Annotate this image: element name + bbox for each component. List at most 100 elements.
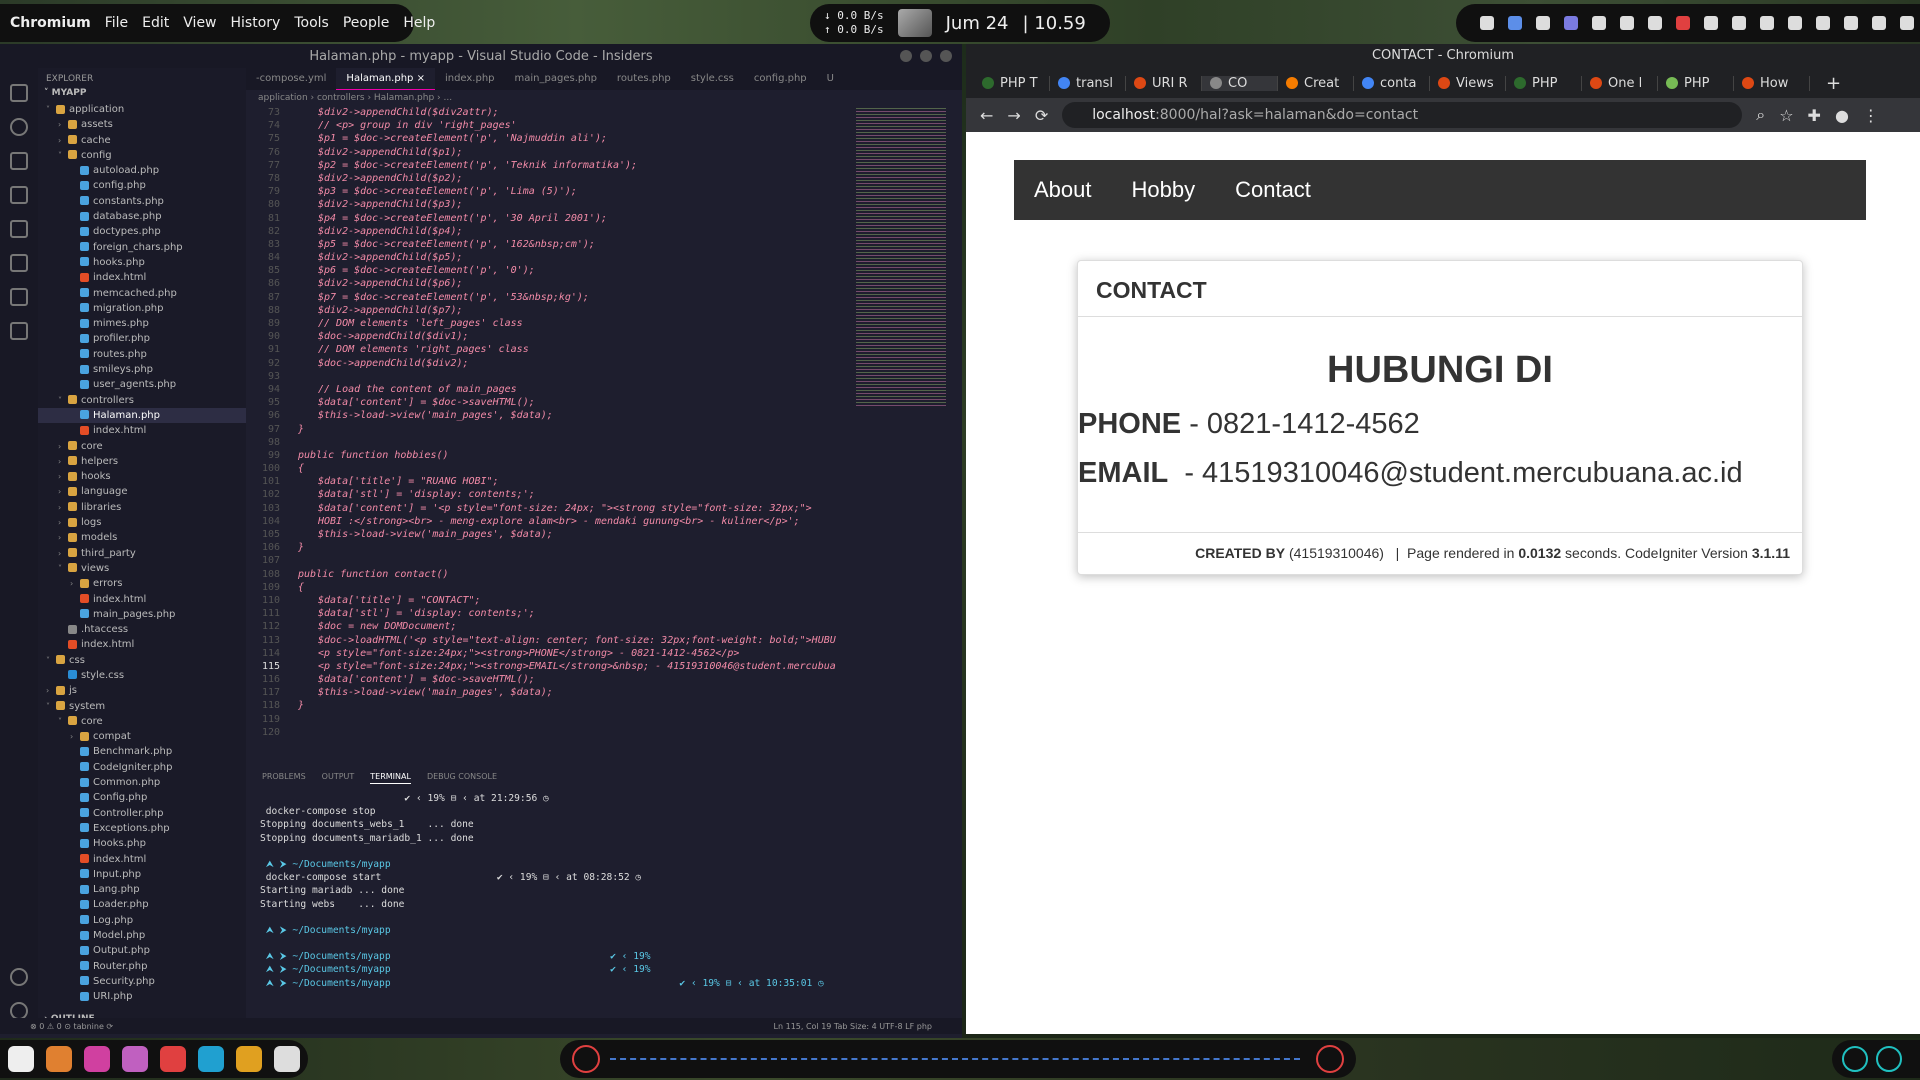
code-line[interactable]: 75 $p1 = $doc->createElement('p', 'Najmud… xyxy=(246,132,962,145)
tree-item[interactable]: Router.php xyxy=(38,959,246,974)
tree-item[interactable]: › language xyxy=(38,484,246,499)
tree-item[interactable]: › helpers xyxy=(38,454,246,469)
tree-item[interactable]: Controller.php xyxy=(38,806,246,821)
code-line[interactable]: 108 public function contact() xyxy=(246,568,962,581)
status-position[interactable]: Ln 115, Col 19 Tab Size: 4 UTF-8 LF php xyxy=(774,1022,932,1031)
minimap[interactable] xyxy=(856,108,946,408)
clipboard-icon[interactable] xyxy=(1592,16,1606,30)
lightning-icon-right[interactable] xyxy=(1316,1045,1344,1073)
tab-main-pages[interactable]: main_pages.php xyxy=(505,68,607,90)
tree-item[interactable]: Loader.php xyxy=(38,897,246,912)
tree-item[interactable]: › hooks xyxy=(38,469,246,484)
code-line[interactable]: 86 $div2->appendChild($p6); xyxy=(246,277,962,290)
tree-item[interactable]: ˅ system xyxy=(38,699,246,714)
browser-tab[interactable]: Views xyxy=(1430,75,1506,91)
tree-item[interactable]: › errors xyxy=(38,576,246,591)
code-line[interactable]: 87 $p7 = $doc->createElement('p', '53&nbs… xyxy=(246,291,962,304)
media-thumbnail[interactable] xyxy=(897,9,932,37)
battery-icon[interactable] xyxy=(1676,16,1690,30)
code-line[interactable]: 114 <p style="font-size:24px;"><strong>PH… xyxy=(246,647,962,660)
bookmark-star-icon[interactable]: ☆ xyxy=(1779,106,1793,125)
terminal-app-icon[interactable] xyxy=(198,1046,224,1072)
vscode-dock-icon[interactable] xyxy=(1842,1046,1868,1072)
browser-tab[interactable]: conta xyxy=(1354,75,1430,91)
tree-item[interactable]: Model.php xyxy=(38,928,246,943)
tree-item[interactable]: index.html xyxy=(38,592,246,607)
code-line[interactable]: 73 $div2->appendChild($div2attr); xyxy=(246,106,962,119)
browser-tab[interactable]: CO xyxy=(1202,75,1278,91)
menu-view[interactable]: View xyxy=(183,15,216,31)
status-problems[interactable]: ⊗ 0 ⚠ 0 ⊙ tabnine ⟳ xyxy=(30,1022,113,1031)
tab-config[interactable]: config.php xyxy=(744,68,817,90)
tab-u[interactable]: U xyxy=(817,68,844,90)
tree-item[interactable]: .htaccess xyxy=(38,622,246,637)
menu-history[interactable]: History xyxy=(231,15,281,31)
tree-item[interactable]: › logs xyxy=(38,515,246,530)
code-line[interactable]: 88 $div2->appendChild($p7); xyxy=(246,304,962,317)
tree-item[interactable]: config.php xyxy=(38,178,246,193)
breadcrumb[interactable]: application › controllers › Halaman.php … xyxy=(246,90,962,106)
code-line[interactable]: 83 $p5 = $doc->createElement('p', '162&nb… xyxy=(246,238,962,251)
account-icon[interactable] xyxy=(10,968,28,986)
settings-gear-icon[interactable] xyxy=(236,1046,262,1072)
time-label[interactable]: | 10.59 xyxy=(1023,13,1086,34)
code-line[interactable]: 118} xyxy=(246,699,962,712)
tree-item[interactable]: ˅ application xyxy=(38,102,246,117)
code-line[interactable]: 100 { xyxy=(246,462,962,475)
menu-people[interactable]: People xyxy=(343,15,390,31)
tree-item[interactable]: › core xyxy=(38,439,246,454)
menu-file[interactable]: File xyxy=(105,15,128,31)
tree-item[interactable]: mimes.php xyxy=(38,316,246,331)
tree-item[interactable]: Hooks.php xyxy=(38,836,246,851)
tree-item[interactable]: profiler.php xyxy=(38,331,246,346)
code-line[interactable]: 109 { xyxy=(246,581,962,594)
tree-item[interactable]: index.html xyxy=(38,637,246,652)
notification-icon[interactable] xyxy=(1480,16,1494,30)
lock-icon[interactable] xyxy=(1704,16,1718,30)
tree-item[interactable]: Input.php xyxy=(38,867,246,882)
code-line[interactable]: 93 xyxy=(246,370,962,383)
code-line[interactable]: 105 $this->load->view('main_pages', $data… xyxy=(246,528,962,541)
code-line[interactable]: 110 $data['title'] = "CONTACT"; xyxy=(246,594,962,607)
tree-item[interactable]: ˅ views xyxy=(38,561,246,576)
tree-item[interactable]: Security.php xyxy=(38,974,246,989)
tree-item[interactable]: ˅ controllers xyxy=(38,393,246,408)
code-line[interactable]: 99 public function hobbies() xyxy=(246,449,962,462)
code-line[interactable]: 104 HOBI :</strong><br> - meng-explore al… xyxy=(246,515,962,528)
tree-item[interactable]: memcached.php xyxy=(38,286,246,301)
launcher-icon[interactable] xyxy=(8,1046,34,1072)
tree-item[interactable]: › cache xyxy=(38,133,246,148)
tree-item[interactable]: Lang.php xyxy=(38,882,246,897)
tree-item[interactable]: doctypes.php xyxy=(38,224,246,239)
code-line[interactable]: 76 $div2->appendChild($p1); xyxy=(246,146,962,159)
kebab-menu-icon[interactable]: ⋮ xyxy=(1863,106,1879,125)
bulb-icon[interactable] xyxy=(1732,16,1746,30)
code-line[interactable]: 106} xyxy=(246,541,962,554)
tab-index[interactable]: index.php xyxy=(435,68,505,90)
tree-item[interactable]: main_pages.php xyxy=(38,607,246,622)
tree-item[interactable]: database.php xyxy=(38,209,246,224)
tree-item[interactable]: › assets xyxy=(38,117,246,132)
image-viewer-icon[interactable] xyxy=(122,1046,148,1072)
tree-item[interactable]: ˅ core xyxy=(38,714,246,729)
volume-icon[interactable] xyxy=(1648,16,1662,30)
tree-item[interactable]: CodeIgniter.php xyxy=(38,760,246,775)
browser-tab[interactable]: URI R xyxy=(1126,75,1202,91)
location-icon[interactable] xyxy=(1620,16,1634,30)
menu-tools[interactable]: Tools xyxy=(294,15,329,31)
new-tab-button[interactable]: + xyxy=(1826,73,1841,94)
tree-item[interactable]: › js xyxy=(38,683,246,698)
nav-about[interactable]: About xyxy=(1034,177,1092,203)
speaker-icon[interactable] xyxy=(1872,16,1886,30)
tree-item[interactable]: Common.php xyxy=(38,775,246,790)
browser-tab[interactable]: How xyxy=(1734,75,1810,91)
font-app-icon[interactable] xyxy=(160,1046,186,1072)
code-line[interactable]: 116 $data['content'] = $doc->saveHTML(); xyxy=(246,673,962,686)
tree-item[interactable]: smileys.php xyxy=(38,362,246,377)
profile-avatar-icon[interactable]: ● xyxy=(1835,106,1849,125)
code-line[interactable]: 79 $p3 = $doc->createElement('p', 'Lima (… xyxy=(246,185,962,198)
browser-tab[interactable]: PHP T xyxy=(974,75,1050,91)
tab-output[interactable]: OUTPUT xyxy=(322,772,355,784)
bluetooth-icon[interactable] xyxy=(1508,16,1522,30)
extensions-puzzle-icon[interactable]: ✚ xyxy=(1808,106,1821,125)
